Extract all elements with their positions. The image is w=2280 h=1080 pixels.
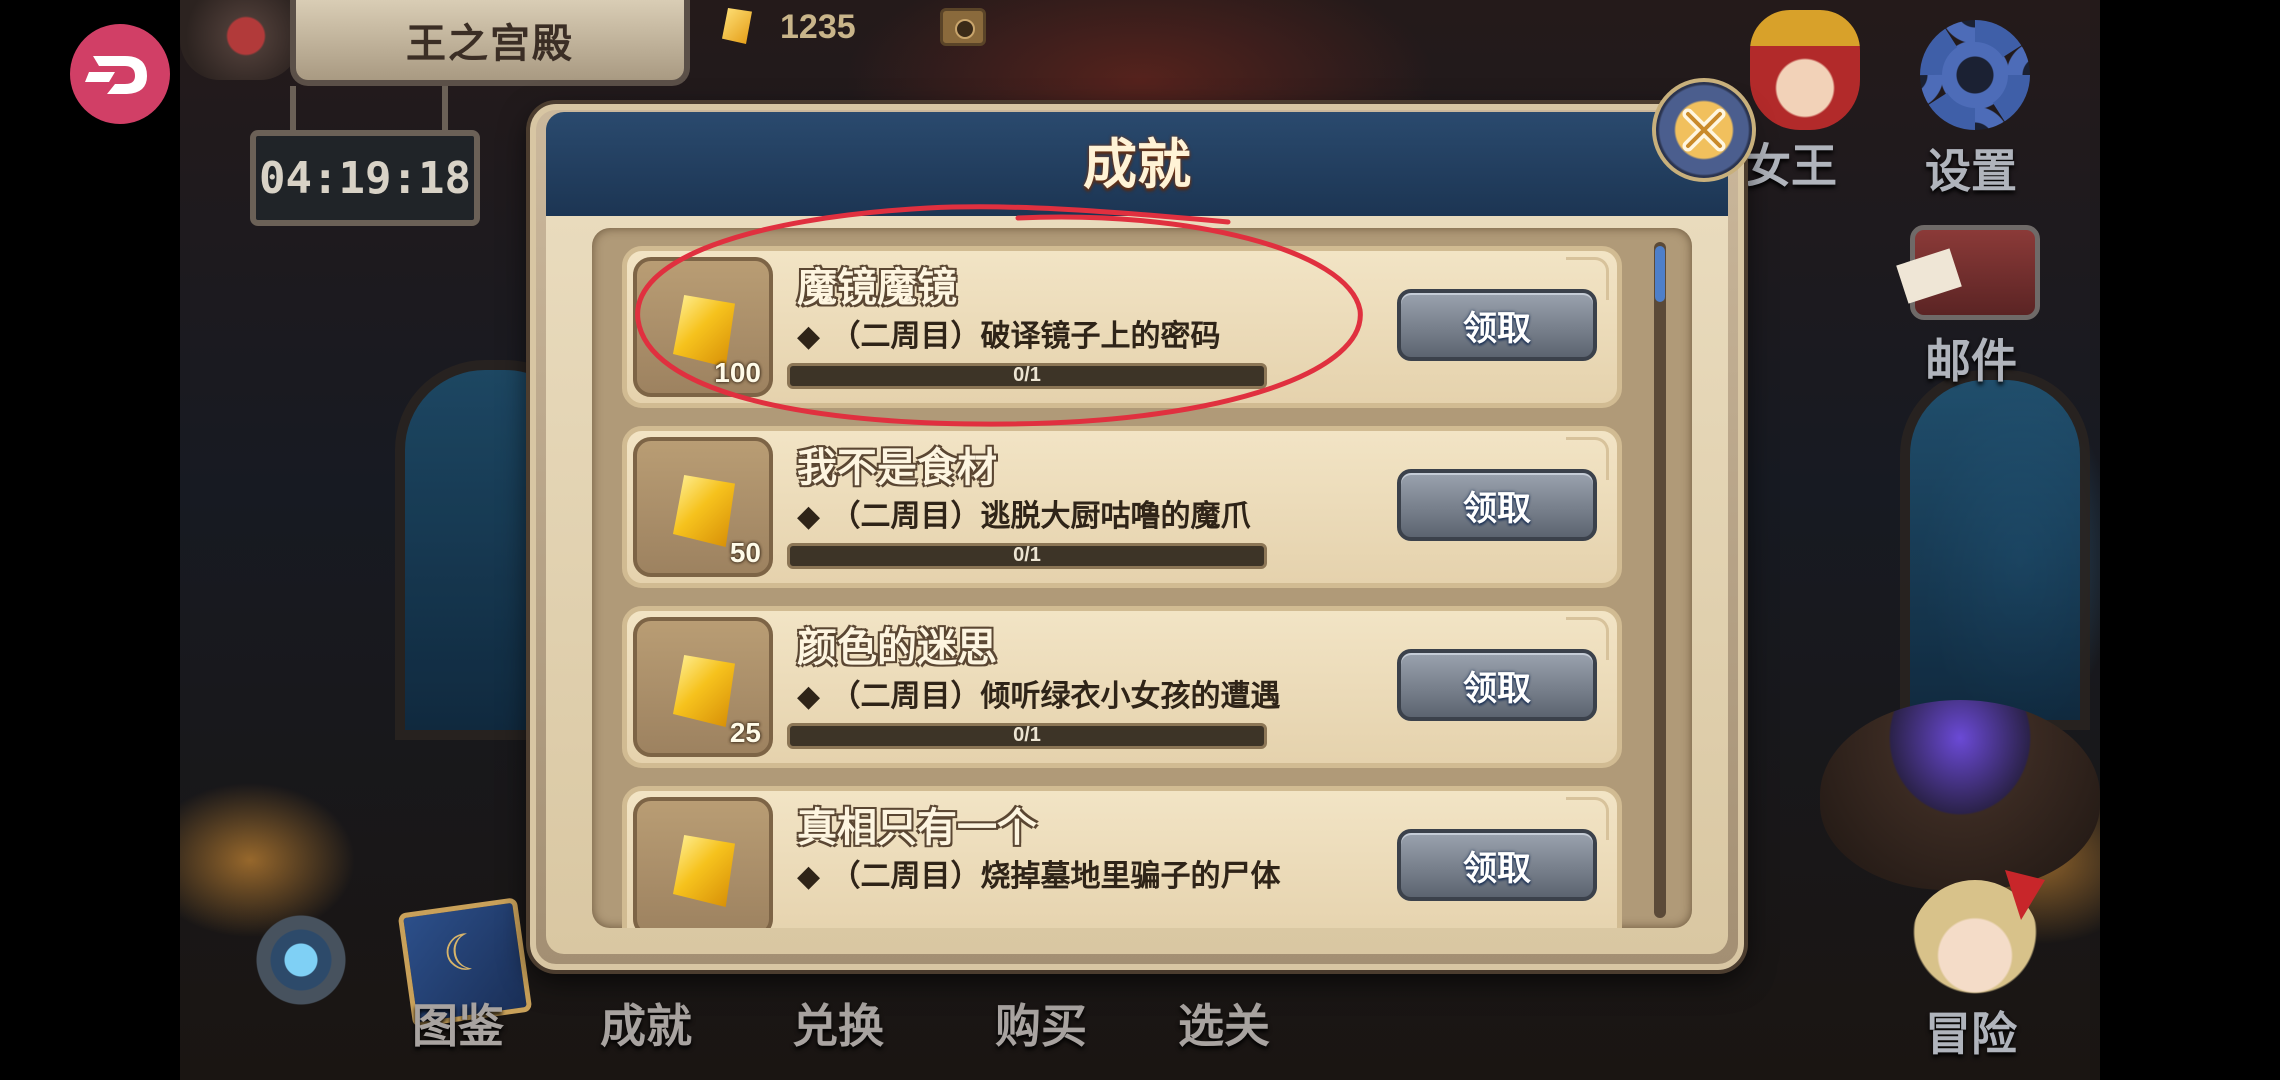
crystal-icon [673,835,735,907]
gem-icon [722,8,752,44]
achievement-list[interactable]: 100 魔镜魔镜 ◆ （二周目）破译镜子上的密码 0/1 领取 50 我不是食材… [592,228,1692,928]
queen-icon[interactable] [1750,10,1860,130]
mail-label[interactable]: 邮件 [1925,325,2017,391]
camera-icon[interactable] [940,8,986,46]
nav-purchase[interactable]: 购买 [995,990,1087,1056]
reward-slot [633,797,773,928]
gear-icon[interactable] [1920,20,2030,130]
achievement-title: 魔镜魔镜 [797,265,957,311]
reward-amount: 100 [714,357,761,388]
progress-text: 0/1 [1013,364,1041,386]
achievement-title: 真相只有一个 [797,805,1037,851]
location-name: 王之宫殿 [406,21,574,67]
achievement-card: 100 魔镜魔镜 ◆ （二周目）破译镜子上的密码 0/1 领取 [622,246,1622,408]
reward-slot: 100 [633,257,773,397]
achievement-description: ◆ （二周目）破译镜子上的密码 [797,319,1221,354]
crystal-icon [673,655,735,727]
reward-amount: 50 [729,537,761,568]
progress-bar: 0/1 [787,543,1267,569]
nav-collection[interactable]: 图鉴 [412,990,504,1056]
reward-slot: 50 [633,437,773,577]
scrollbar-thumb[interactable] [1655,246,1665,302]
progress-bar: 0/1 [787,363,1267,389]
timer-text: 04:19:18 [259,152,471,204]
chain-right [442,86,448,132]
nav-stage-select[interactable]: 选关 [1178,990,1270,1056]
scrollbar-track[interactable] [1654,242,1666,918]
claim-button[interactable]: 领取 [1397,829,1597,901]
adventure-label[interactable]: 冒险 [1925,998,2017,1064]
achievement-card: 真相只有一个 ◆ （二周目）烧掉墓地里骗子的尸体 领取 [622,786,1622,928]
reward-amount: 25 [729,717,761,748]
reward-slot: 25 [633,617,773,757]
claim-button[interactable]: 领取 [1397,649,1597,721]
location-plate: 王之宫殿 [290,0,690,86]
stained-window-right [1900,370,2090,730]
close-button[interactable] [1652,78,1756,182]
countdown-timer: 04:19:18 [250,130,480,226]
mail-icon[interactable] [1910,225,2040,320]
progress-text: 0/1 [1013,724,1041,746]
achievement-card: 25 颜色的迷思 ◆ （二周目）倾听绿衣小女孩的遭遇 0/1 领取 [622,606,1622,768]
close-icon [1682,108,1726,152]
claim-button[interactable]: 领取 [1397,289,1597,361]
nav-exchange[interactable]: 兑换 [792,990,884,1056]
achievement-list-viewport[interactable]: 100 魔镜魔镜 ◆ （二周目）破译镜子上的密码 0/1 领取 50 我不是食材… [592,228,1664,928]
dialog-title: 成就 [1083,133,1191,196]
logo-glyph [85,56,147,94]
emblem-icon [180,0,300,80]
gem-count: 1235 [780,8,856,46]
achievement-description: ◆ （二周目）逃脱大厨咕噜的魔爪 [797,499,1251,534]
achievement-card: 50 我不是食材 ◆ （二周目）逃脱大厨咕噜的魔爪 0/1 领取 [622,426,1622,588]
achievement-title: 我不是食材 [797,445,997,491]
achievement-description: ◆ （二周目）倾听绿衣小女孩的遭遇 [797,679,1281,714]
chain-left [290,86,296,132]
claim-button[interactable]: 领取 [1397,469,1597,541]
app-logo-icon[interactable] [70,24,170,124]
compass-icon[interactable] [246,905,356,1015]
settings-label[interactable]: 设置 [1925,135,2017,201]
achievement-title: 颜色的迷思 [797,625,997,671]
cauldron-decoration [1820,700,2100,890]
queen-label[interactable]: 女王 [1745,130,1837,196]
achievement-description: ◆ （二周目）烧掉墓地里骗子的尸体 [797,859,1281,894]
nav-achievements[interactable]: 成就 [600,990,692,1056]
progress-text: 0/1 [1013,544,1041,566]
crystal-icon [673,475,735,547]
progress-bar: 0/1 [787,723,1267,749]
